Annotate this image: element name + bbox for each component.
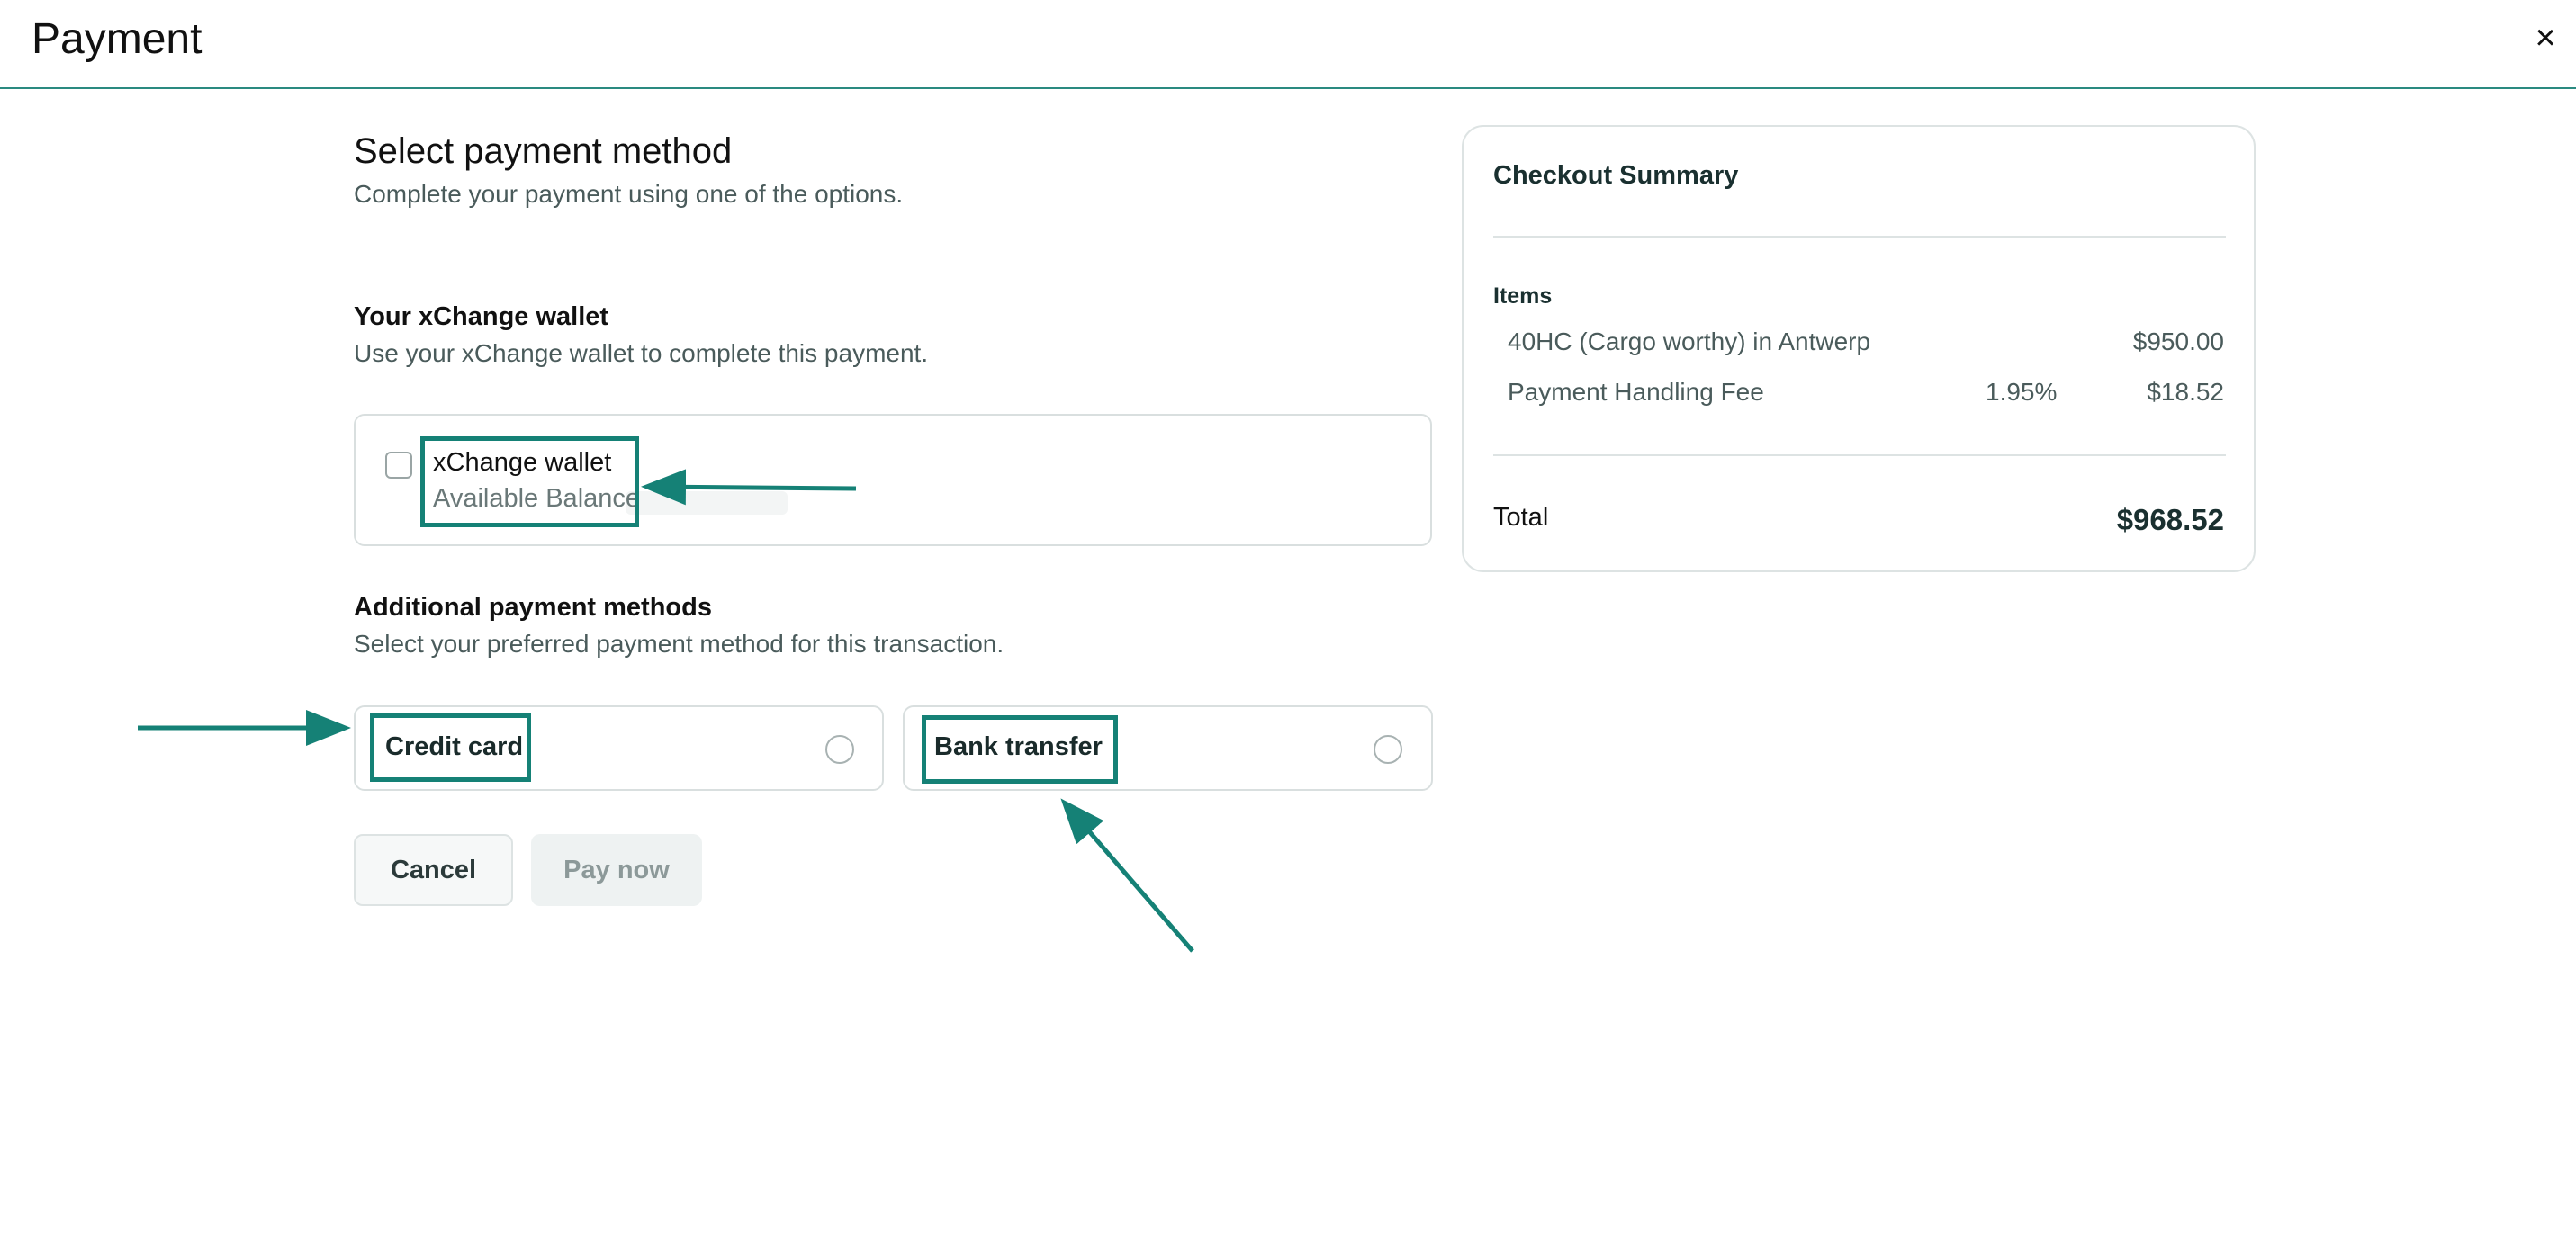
wallet-option-label: xChange wallet (433, 448, 612, 477)
additional-methods-title: Additional payment methods (354, 593, 712, 622)
bank-transfer-option[interactable]: Bank transfer (903, 705, 1433, 791)
page-title: Payment (32, 15, 203, 63)
total-label: Total (1493, 503, 1549, 532)
cancel-button[interactable]: Cancel (354, 834, 513, 906)
line-item-name: Payment Handling Fee (1508, 378, 1764, 406)
wallet-checkbox[interactable] (385, 452, 412, 479)
line-item-amount: $18.52 (2147, 378, 2224, 406)
wallet-option-card[interactable]: xChange wallet Available Balance (354, 414, 1432, 546)
items-label: Items (1493, 283, 1553, 309)
line-item-name: 40HC (Cargo worthy) in Antwerp (1508, 327, 1871, 355)
line-item-rate: 1.95% (1986, 378, 2058, 406)
credit-card-label: Credit card (385, 732, 524, 761)
summary-divider (1493, 454, 2226, 456)
header-bar: Payment × (0, 0, 2576, 89)
bank-transfer-label: Bank transfer (934, 732, 1103, 761)
additional-methods-subtitle: Select your preferred payment method for… (354, 630, 1004, 658)
credit-card-option[interactable]: Credit card (354, 705, 884, 791)
wallet-balance-label: Available Balance (433, 484, 641, 513)
total-value: $968.52 (2116, 503, 2224, 536)
section-heading: Select payment method (354, 131, 733, 171)
checkout-summary-title: Checkout Summary (1493, 161, 1739, 190)
arrow-to-bank-transfer (1060, 798, 1194, 953)
summary-divider (1493, 236, 2226, 238)
section-subtitle: Complete your payment using one of the o… (354, 180, 904, 208)
close-icon[interactable]: × (2529, 18, 2562, 58)
checkout-summary-card: Checkout Summary Items 40HC (Cargo worth… (1462, 125, 2256, 572)
wallet-section-title: Your xChange wallet (354, 302, 609, 331)
credit-card-radio[interactable] (825, 735, 854, 764)
line-item-amount: $950.00 (2132, 327, 2224, 355)
pay-now-button[interactable]: Pay now (531, 834, 702, 906)
wallet-section-subtitle: Use your xChange wallet to complete this… (354, 339, 929, 367)
bank-transfer-radio[interactable] (1374, 735, 1402, 764)
balance-loading-placeholder (626, 491, 788, 515)
